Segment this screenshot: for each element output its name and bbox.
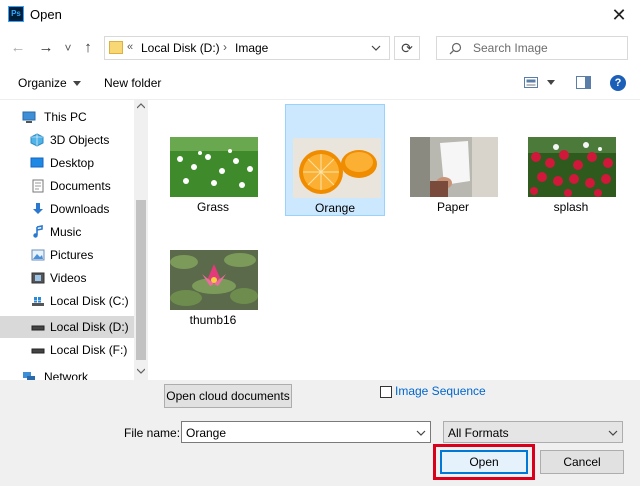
open-cloud-documents-button[interactable]: Open cloud documents [164,384,292,408]
breadcrumb-image[interactable]: Image [235,41,268,55]
organize-label: Organize [18,76,67,90]
sidebar-item-label: Local Disk (D:) [50,320,129,334]
desktop-icon [30,157,44,168]
folder-icon [109,41,123,54]
file-name: Orange [314,201,356,215]
file-type-dropdown-icon [608,430,618,436]
view-options-button[interactable] [524,77,556,91]
sidebar-item-label: Local Disk (C:) [50,294,129,308]
file-tile-orange[interactable]: Orange [285,104,385,216]
downloads-icon [33,203,43,214]
file-tile-splash[interactable]: splash [521,104,621,216]
file-tile-paper[interactable]: Paper [403,104,503,216]
sidebar-item-label: Local Disk (F:) [50,343,128,357]
new-folder-button[interactable]: New folder [104,76,161,90]
image-sequence-label[interactable]: Image Sequence [395,384,486,398]
sidebar-item-pictures[interactable]: Pictures [0,244,134,266]
music-icon [33,225,43,238]
3d-objects-icon [30,133,44,147]
scroll-down-icon[interactable] [137,368,145,374]
photoshop-icon: Ps [8,6,24,22]
file-name: Grass [196,200,229,214]
file-name-label: File name: [124,426,181,440]
breadcrumb-separator-icon: › [223,40,227,54]
organize-dropdown-icon [73,81,82,87]
sidebar-item-music[interactable]: Music [0,221,134,243]
search-icon [449,42,462,55]
sidebar-item-label: Videos [50,271,87,285]
overflow-chevron-icon[interactable]: « [127,41,133,53]
file-type-value: All Formats [448,426,509,440]
refresh-icon[interactable]: ⟳ [394,36,420,60]
window-title: Open [30,7,62,22]
address-bar[interactable]: « Local Disk (D:) › Image [104,36,390,60]
sidebar-item-videos[interactable]: Videos [0,267,134,289]
search-input[interactable]: Search Image [436,36,628,60]
file-name: splash [553,200,589,214]
sidebar-item-label: This PC [44,110,87,124]
file-name-dropdown-icon[interactable] [416,430,426,436]
recent-locations-chevron-icon[interactable]: ˅ [62,40,74,56]
pictures-icon [31,249,45,261]
videos-icon [31,272,45,284]
sidebar-item-label: Downloads [50,202,110,216]
image-sequence-checkbox[interactable] [380,386,392,398]
network-icon [23,372,35,380]
sidebar-item-network[interactable]: Network [0,366,134,380]
scrollbar-thumb[interactable] [136,200,146,360]
file-type-select[interactable]: All Formats [443,421,623,443]
file-tile-thumb16[interactable]: thumb16 [163,217,263,329]
view-thumbnails-icon [524,77,538,88]
breadcrumb-local-disk-d[interactable]: Local Disk (D:) [141,41,220,55]
help-icon[interactable]: ? [610,75,626,91]
file-name: thumb16 [189,313,237,327]
drive-icon [31,348,45,354]
sidebar-item-3d-objects[interactable]: 3D Objects [0,129,134,151]
address-dropdown-icon[interactable] [371,45,381,51]
sidebar-item-label: Pictures [50,248,94,262]
open-button[interactable]: Open [440,450,528,474]
sidebar-item-desktop[interactable]: Desktop [0,152,134,174]
cancel-button[interactable]: Cancel [540,450,624,474]
navigation-pane: This PC 3D Objects Desktop Documents Dow… [0,100,148,380]
splash-thumbnail [528,137,616,197]
search-placeholder: Search Image [473,41,548,55]
forward-arrow-icon[interactable]: → [38,40,54,56]
paper-thumbnail [410,137,498,197]
sidebar-item-label: Music [50,225,82,239]
sidebar-item-label: Documents [50,179,111,193]
sidebar-item-this-pc[interactable]: This PC [0,106,134,128]
sidebar-item-local-disk-d[interactable]: Local Disk (D:) [0,316,134,338]
file-name-field[interactable]: Orange [181,421,431,443]
view-dropdown-icon [547,80,556,85]
sidebar-item-documents[interactable]: Documents [0,175,134,197]
sidebar-item-downloads[interactable]: Downloads [0,198,134,220]
thumb16-thumbnail [170,250,258,310]
sidebar-item-label: 3D Objects [50,133,110,147]
orange-thumbnail [293,138,381,198]
title-bar [0,0,640,30]
sidebar-item-label: Network [44,370,89,380]
drive-icon [31,325,45,331]
organize-button[interactable]: Organize [18,76,82,90]
close-icon[interactable]: ✕ [602,3,636,27]
scroll-up-icon[interactable] [137,103,145,109]
sidebar-item-local-disk-c[interactable]: Local Disk (C:) [0,290,134,312]
windows-drive-icon [32,297,44,306]
file-name: Paper [436,200,470,214]
file-name-value: Orange [186,426,227,440]
sidebar-item-local-disk-f[interactable]: Local Disk (F:) [0,339,134,361]
pc-icon [22,111,36,123]
documents-icon [32,179,44,193]
sidebar-item-label: Desktop [50,156,95,170]
grass-thumbnail [170,137,258,197]
back-arrow-icon[interactable]: ← [10,40,26,56]
preview-pane-icon[interactable] [576,76,591,89]
file-tile-grass[interactable]: Grass [163,104,263,216]
file-list: Grass Orange Paper splash thumb16 [148,100,640,380]
up-arrow-icon[interactable]: ↑ [80,40,96,56]
